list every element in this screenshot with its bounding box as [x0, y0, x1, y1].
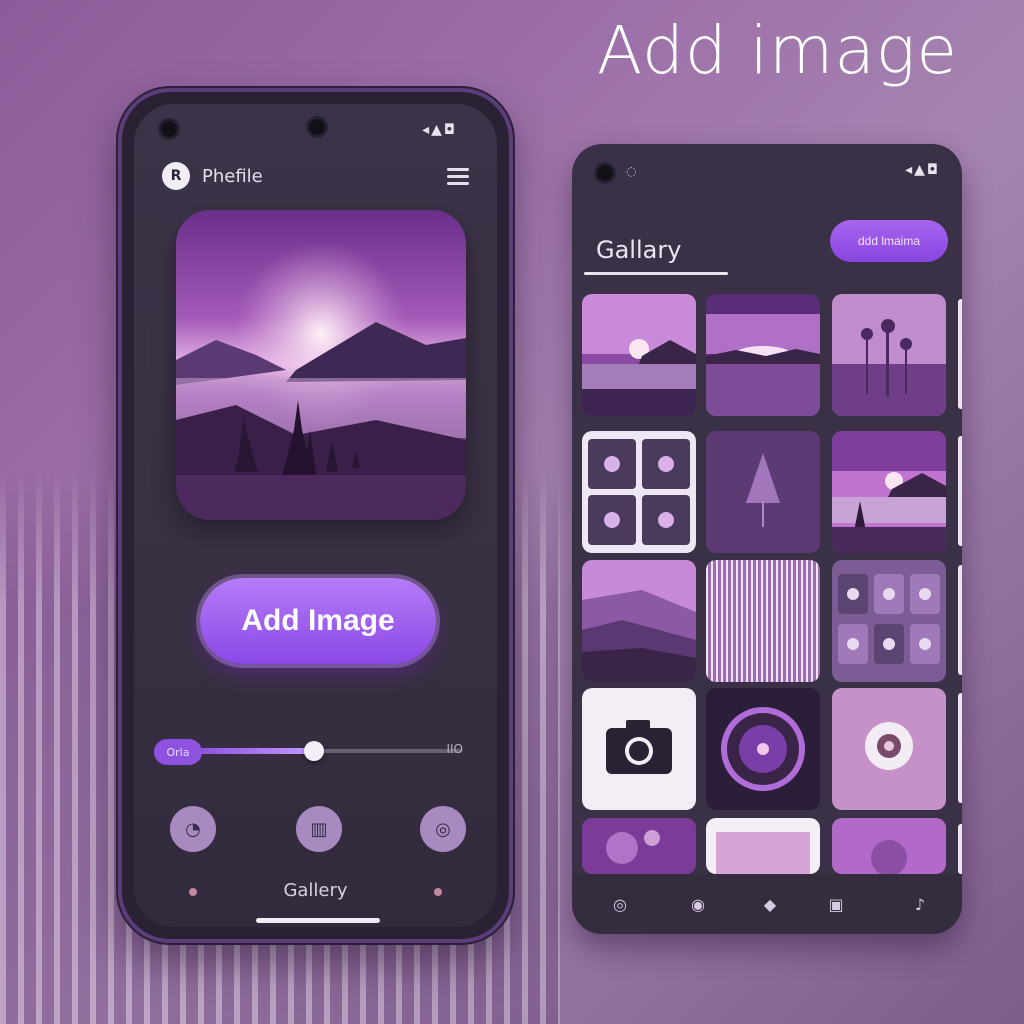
home-indicator[interactable] — [256, 918, 380, 923]
next-column-edge — [958, 299, 962, 409]
gallery-tile-purple-horizon[interactable] — [706, 294, 820, 416]
gallery-tile-white-frame[interactable] — [706, 818, 820, 874]
right-phone: ◌ ◂▲◘ Gallary ddd lmaima ◎ ◉ ◆ ▣ ♪ — [572, 144, 962, 934]
pin-icon[interactable]: ◆ — [758, 892, 782, 916]
app-header: R Phefile — [162, 156, 469, 196]
gallery-tile-camera-app[interactable] — [582, 688, 696, 810]
status-bar-icons: ◂▲◘ — [905, 162, 940, 178]
front-camera-icon — [306, 116, 328, 138]
preview-image[interactable] — [176, 210, 466, 520]
image-slider[interactable]: Orla IIO — [154, 736, 463, 766]
gallery-tile-icon-grid[interactable] — [832, 560, 946, 682]
search-icon[interactable]: ◎ — [420, 806, 466, 852]
next-column-edge — [958, 693, 962, 803]
gallery-icon[interactable]: ▣ — [824, 892, 848, 916]
gallery-tile-four-icon-grid[interactable] — [582, 431, 696, 553]
gallery-tile-purple-tree[interactable] — [706, 431, 820, 553]
bottom-nav: ◔ ▥ ◎ — [170, 806, 466, 856]
bottom-nav: ◎ ◉ ◆ ▣ ♪ — [572, 874, 962, 934]
gallery-tile-purple-orb[interactable] — [832, 818, 946, 874]
home-icon[interactable]: ◎ — [608, 892, 632, 916]
landscape-illustration — [176, 210, 466, 520]
gallery-tab-label[interactable]: Gallery — [134, 880, 497, 901]
left-phone-screen: ◂▲◘ R Phefile Add Image Orla IIO ◔ ▥ ◎ G… — [134, 104, 497, 927]
left-phone: ◂▲◘ R Phefile Add Image Orla IIO ◔ ▥ ◎ G… — [118, 88, 513, 943]
title-underline — [584, 272, 728, 275]
gallery-tile-striped-texture[interactable] — [706, 560, 820, 682]
swirl-icon[interactable]: ◉ — [686, 892, 710, 916]
next-column-edge — [958, 824, 962, 874]
gallery-tile-sunset-mountain-lake[interactable] — [582, 294, 696, 416]
next-column-edge — [958, 436, 962, 546]
slider-thumb[interactable] — [304, 741, 325, 761]
slider-label-pill: Orla — [154, 739, 202, 765]
page-headline: Add image — [596, 12, 958, 89]
status-left-icons: ◌ — [626, 164, 637, 178]
slider-fill — [198, 748, 315, 754]
app-title: Phefile — [202, 165, 263, 187]
add-image-button[interactable]: Add Image — [200, 578, 436, 664]
camera-cutout-icon — [158, 118, 180, 140]
gallery-tile-misty-mountain-sunset[interactable] — [832, 431, 946, 553]
gallery-tile-purple-plants[interactable] — [832, 294, 946, 416]
gallery-tile-lens-app[interactable] — [706, 688, 820, 810]
chat-icon[interactable]: ◔ — [170, 806, 216, 852]
status-bar-icons: ◂▲◘ — [422, 122, 457, 138]
gallery-tile-camera-shutter-app[interactable] — [832, 688, 946, 810]
hamburger-menu-icon[interactable] — [447, 167, 469, 185]
next-column-edge — [958, 565, 962, 675]
share-icon[interactable]: ♪ — [908, 892, 932, 916]
gallery-tile-purple-sparkle[interactable] — [582, 818, 696, 874]
gallery-tile-purple-hills[interactable] — [582, 560, 696, 682]
slider-end-label: IIO — [446, 742, 463, 756]
camera-cutout-icon — [594, 162, 616, 184]
add-image-button[interactable]: ddd lmaima — [830, 220, 948, 262]
avatar[interactable]: R — [162, 162, 190, 190]
gallery-title: Gallary — [596, 236, 682, 264]
book-icon[interactable]: ▥ — [296, 806, 342, 852]
